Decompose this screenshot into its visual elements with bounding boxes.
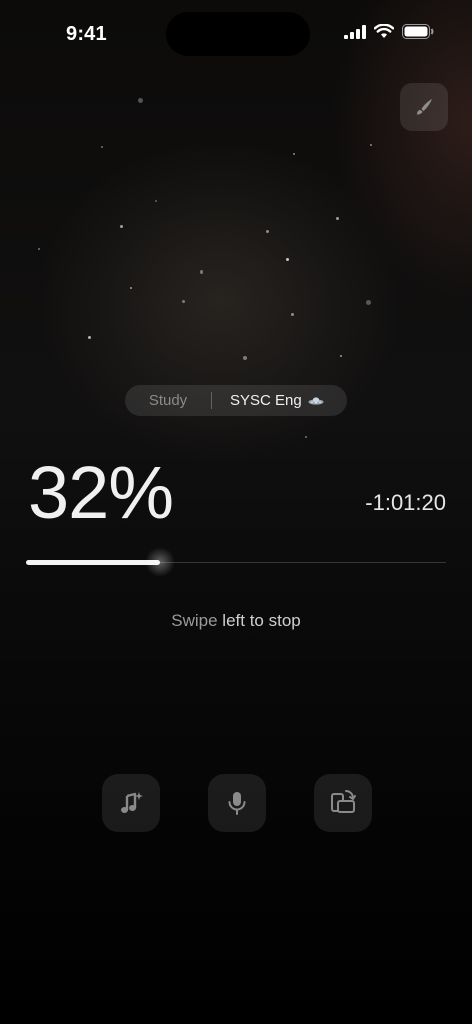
star xyxy=(88,336,91,339)
swipe-hint-highlight: left to stop xyxy=(222,611,301,630)
progress-percent: 32% xyxy=(28,451,174,534)
theme-brush-button[interactable] xyxy=(400,83,448,131)
rotate-screen-button[interactable] xyxy=(314,774,372,832)
star xyxy=(286,258,289,261)
star xyxy=(370,144,372,146)
status-time: 9:41 xyxy=(66,23,107,45)
star xyxy=(182,300,185,303)
battery-icon xyxy=(402,24,434,39)
music-note-sparkle-icon xyxy=(121,792,143,813)
status-icons xyxy=(344,24,434,39)
time-remaining: -1:01:20 xyxy=(365,490,446,515)
ufo-icon xyxy=(308,396,324,405)
session-task-label: SYSC Eng xyxy=(230,392,302,409)
progress-handle-glow[interactable] xyxy=(145,547,175,577)
star xyxy=(120,225,123,228)
cellular-signal-icon xyxy=(344,24,366,39)
star xyxy=(293,153,295,155)
paintbrush-icon xyxy=(417,99,432,115)
star xyxy=(305,436,307,438)
session-task[interactable]: SYSC Eng xyxy=(212,392,324,409)
session-category[interactable]: Study xyxy=(125,392,211,409)
star xyxy=(138,98,143,103)
star xyxy=(266,230,269,233)
dynamic-island xyxy=(166,12,310,56)
status-bar: 9:41 xyxy=(0,0,472,70)
star xyxy=(291,313,294,316)
star xyxy=(366,300,371,305)
star xyxy=(340,355,342,357)
star xyxy=(101,146,103,148)
star xyxy=(243,356,247,360)
star xyxy=(336,217,339,220)
star xyxy=(200,270,203,274)
star xyxy=(130,287,132,289)
music-sparkle-button[interactable] xyxy=(102,774,160,832)
session-tag-pill[interactable]: Study SYSC Eng xyxy=(125,385,347,416)
screen-rotate-icon xyxy=(331,790,356,813)
swipe-hint-prefix: Swipe xyxy=(171,611,223,630)
swipe-hint: Swipe left to stop xyxy=(0,611,472,631)
star xyxy=(155,200,157,202)
progress-fill xyxy=(26,560,160,565)
microphone-icon xyxy=(228,792,246,815)
wifi-icon xyxy=(374,24,394,38)
star xyxy=(38,248,40,250)
microphone-button[interactable] xyxy=(208,774,266,832)
